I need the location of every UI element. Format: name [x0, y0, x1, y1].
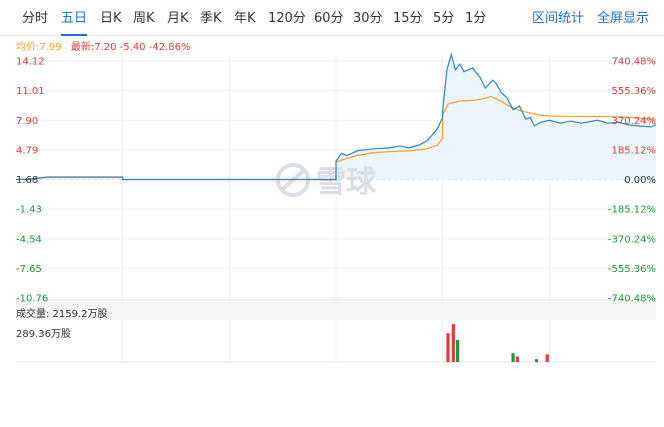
chart-grid — [16, 55, 656, 363]
right-tick-label: -370.24% — [608, 234, 656, 245]
volume-header-band — [16, 302, 656, 320]
volume-bar — [511, 353, 515, 362]
left-axis-labels: 14.12 11.01 7.90 4.79 1.68 -1.43 -4.54 -7.65 -10… — [16, 57, 48, 305]
left-tick-label: -1.43 — [16, 205, 42, 216]
volume-bar — [451, 324, 455, 362]
watermark: 雪球 — [276, 163, 377, 200]
volume-label: 成交量: 2159.2万股 — [16, 307, 108, 320]
right-tick-label: -555.36% — [608, 264, 656, 275]
left-tick-label: 14.12 — [16, 57, 45, 68]
left-tick-label: 4.79 — [16, 145, 38, 156]
volume-max-label: 289.36万股 — [16, 328, 71, 340]
right-tick-label: -185.12% — [608, 205, 656, 216]
left-tick-label: -7.65 — [16, 264, 42, 275]
right-axis-labels: 740.48% 555.36% 370.24% 185.12% 0.00% -185.12… — [608, 57, 656, 305]
left-tick-label: -10.76 — [16, 294, 48, 305]
volume-bar — [534, 359, 539, 362]
left-tick-label: 1.68 — [16, 175, 38, 186]
volume-bar — [545, 354, 549, 362]
right-tick-label: 370.24% — [612, 116, 657, 127]
volume-bar — [515, 356, 519, 362]
left-tick-label: 11.01 — [16, 86, 45, 97]
right-tick-label: 185.12% — [612, 145, 657, 156]
volume-bar — [456, 340, 460, 362]
right-tick-label: -740.48% — [608, 294, 656, 305]
volume-bar — [446, 333, 450, 362]
left-tick-label: -4.54 — [16, 234, 42, 245]
price-chart: 雪球 14.12 11.01 7.90 4.79 1.68 -1.43 -4.54 -7.65… — [15, 52, 657, 363]
right-tick-label: 740.48% — [612, 57, 657, 68]
watermark-text: 雪球 — [316, 165, 377, 200]
left-tick-label: 7.90 — [16, 116, 38, 127]
right-tick-label: 555.36% — [612, 86, 657, 97]
volume-bars — [446, 324, 549, 362]
right-tick-label: 0.00% — [624, 175, 656, 186]
